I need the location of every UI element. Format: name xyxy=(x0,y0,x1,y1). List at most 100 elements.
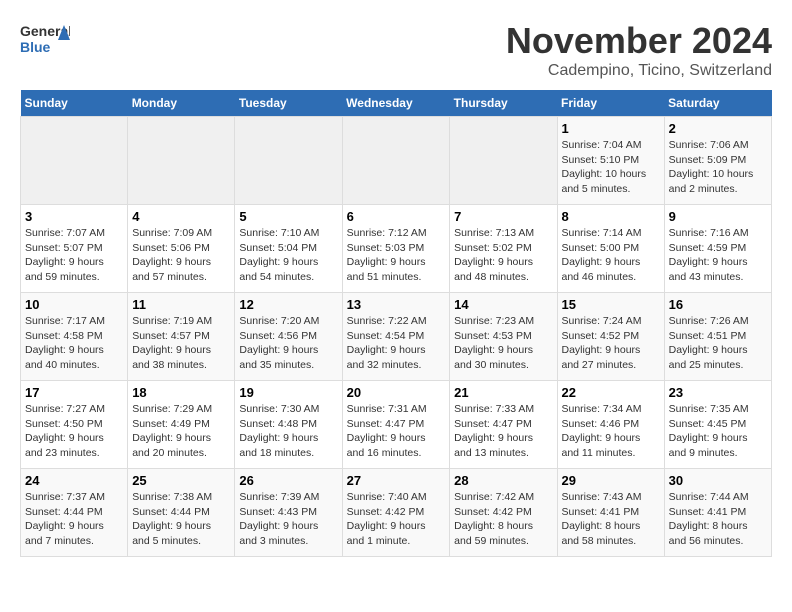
day-info: Sunrise: 7:30 AMSunset: 4:48 PMDaylight:… xyxy=(239,402,337,461)
weekday-header-saturday: Saturday xyxy=(664,90,771,117)
day-info: Sunrise: 7:10 AMSunset: 5:04 PMDaylight:… xyxy=(239,226,337,285)
calendar-cell: 15 Sunrise: 7:24 AMSunset: 4:52 PMDayligh… xyxy=(557,293,664,381)
day-info: Sunrise: 7:23 AMSunset: 4:53 PMDaylight:… xyxy=(454,314,552,373)
calendar-cell: 20 Sunrise: 7:31 AMSunset: 4:47 PMDayligh… xyxy=(342,381,450,469)
day-info: Sunrise: 7:40 AMSunset: 4:42 PMDaylight:… xyxy=(347,490,446,549)
day-info: Sunrise: 7:37 AMSunset: 4:44 PMDaylight:… xyxy=(25,490,123,549)
day-info: Sunrise: 7:22 AMSunset: 4:54 PMDaylight:… xyxy=(347,314,446,373)
calendar-cell: 3 Sunrise: 7:07 AMSunset: 5:07 PMDaylight… xyxy=(21,205,128,293)
day-number: 18 xyxy=(132,385,230,400)
day-info: Sunrise: 7:24 AMSunset: 4:52 PMDaylight:… xyxy=(562,314,660,373)
calendar-cell: 9 Sunrise: 7:16 AMSunset: 4:59 PMDaylight… xyxy=(664,205,771,293)
weekday-header-tuesday: Tuesday xyxy=(235,90,342,117)
calendar-cell xyxy=(235,117,342,205)
day-info: Sunrise: 7:20 AMSunset: 4:56 PMDaylight:… xyxy=(239,314,337,373)
calendar-cell: 2Sunrise: 7:06 AMSunset: 5:09 PMDaylight… xyxy=(664,117,771,205)
day-number: 1 xyxy=(562,121,660,136)
day-number: 22 xyxy=(562,385,660,400)
day-info: Sunrise: 7:29 AMSunset: 4:49 PMDaylight:… xyxy=(132,402,230,461)
day-info: Sunrise: 7:07 AMSunset: 5:07 PMDaylight:… xyxy=(25,226,123,285)
title-section: November 2024 Cadempino, Ticino, Switzer… xyxy=(506,20,772,80)
week-row-1: 1Sunrise: 7:04 AMSunset: 5:10 PMDaylight… xyxy=(21,117,772,205)
day-number: 6 xyxy=(347,209,446,224)
day-number: 16 xyxy=(669,297,767,312)
calendar-cell: 23 Sunrise: 7:35 AMSunset: 4:45 PMDayligh… xyxy=(664,381,771,469)
calendar-cell: 18 Sunrise: 7:29 AMSunset: 4:49 PMDayligh… xyxy=(128,381,235,469)
calendar-cell: 21 Sunrise: 7:33 AMSunset: 4:47 PMDayligh… xyxy=(450,381,557,469)
calendar-cell: 16 Sunrise: 7:26 AMSunset: 4:51 PMDayligh… xyxy=(664,293,771,381)
svg-text:Blue: Blue xyxy=(20,39,51,55)
day-info: Sunrise: 7:34 AMSunset: 4:46 PMDaylight:… xyxy=(562,402,660,461)
weekday-header-thursday: Thursday xyxy=(450,90,557,117)
calendar-cell: 27 Sunrise: 7:40 AMSunset: 4:42 PMDayligh… xyxy=(342,469,450,557)
day-info: Sunrise: 7:14 AMSunset: 5:00 PMDaylight:… xyxy=(562,226,660,285)
day-info: Sunrise: 7:12 AMSunset: 5:03 PMDaylight:… xyxy=(347,226,446,285)
day-info: Sunrise: 7:26 AMSunset: 4:51 PMDaylight:… xyxy=(669,314,767,373)
week-row-2: 3 Sunrise: 7:07 AMSunset: 5:07 PMDaylight… xyxy=(21,205,772,293)
weekday-header-friday: Friday xyxy=(557,90,664,117)
day-number: 13 xyxy=(347,297,446,312)
day-number: 24 xyxy=(25,473,123,488)
day-number: 23 xyxy=(669,385,767,400)
calendar-cell: 5 Sunrise: 7:10 AMSunset: 5:04 PMDaylight… xyxy=(235,205,342,293)
day-number: 7 xyxy=(454,209,552,224)
calendar-cell: 12 Sunrise: 7:20 AMSunset: 4:56 PMDayligh… xyxy=(235,293,342,381)
day-number: 3 xyxy=(25,209,123,224)
day-info: Sunrise: 7:17 AMSunset: 4:58 PMDaylight:… xyxy=(25,314,123,373)
day-number: 25 xyxy=(132,473,230,488)
calendar-cell: 11 Sunrise: 7:19 AMSunset: 4:57 PMDayligh… xyxy=(128,293,235,381)
day-info: Sunrise: 7:09 AMSunset: 5:06 PMDaylight:… xyxy=(132,226,230,285)
calendar-cell xyxy=(450,117,557,205)
weekday-header-sunday: Sunday xyxy=(21,90,128,117)
calendar-cell: 8 Sunrise: 7:14 AMSunset: 5:00 PMDaylight… xyxy=(557,205,664,293)
day-number: 28 xyxy=(454,473,552,488)
page-header: General Blue November 2024 Cadempino, Ti… xyxy=(20,20,772,80)
week-row-5: 24 Sunrise: 7:37 AMSunset: 4:44 PMDayligh… xyxy=(21,469,772,557)
day-number: 4 xyxy=(132,209,230,224)
day-number: 11 xyxy=(132,297,230,312)
calendar-cell xyxy=(21,117,128,205)
day-number: 8 xyxy=(562,209,660,224)
month-title: November 2024 xyxy=(506,20,772,62)
day-info: Sunrise: 7:35 AMSunset: 4:45 PMDaylight:… xyxy=(669,402,767,461)
day-number: 15 xyxy=(562,297,660,312)
day-info: Sunrise: 7:19 AMSunset: 4:57 PMDaylight:… xyxy=(132,314,230,373)
calendar-cell: 7Sunrise: 7:13 AMSunset: 5:02 PMDaylight… xyxy=(450,205,557,293)
calendar-cell xyxy=(342,117,450,205)
day-number: 20 xyxy=(347,385,446,400)
day-number: 21 xyxy=(454,385,552,400)
day-info: Sunrise: 7:16 AMSunset: 4:59 PMDaylight:… xyxy=(669,226,767,285)
calendar-cell: 28Sunrise: 7:42 AMSunset: 4:42 PMDayligh… xyxy=(450,469,557,557)
day-number: 29 xyxy=(562,473,660,488)
day-number: 14 xyxy=(454,297,552,312)
logo-svg: General Blue xyxy=(20,20,70,65)
location-title: Cadempino, Ticino, Switzerland xyxy=(506,62,772,80)
weekday-header-wednesday: Wednesday xyxy=(342,90,450,117)
day-number: 19 xyxy=(239,385,337,400)
day-number: 27 xyxy=(347,473,446,488)
calendar-cell: 19 Sunrise: 7:30 AMSunset: 4:48 PMDayligh… xyxy=(235,381,342,469)
calendar-cell: 17Sunrise: 7:27 AMSunset: 4:50 PMDayligh… xyxy=(21,381,128,469)
day-info: Sunrise: 7:31 AMSunset: 4:47 PMDaylight:… xyxy=(347,402,446,461)
calendar-cell: 30Sunrise: 7:44 AMSunset: 4:41 PMDayligh… xyxy=(664,469,771,557)
day-info: Sunrise: 7:39 AMSunset: 4:43 PMDaylight:… xyxy=(239,490,337,549)
logo: General Blue xyxy=(20,20,70,65)
day-number: 5 xyxy=(239,209,337,224)
day-info: Sunrise: 7:33 AMSunset: 4:47 PMDaylight:… xyxy=(454,402,552,461)
calendar-cell: 26Sunrise: 7:39 AMSunset: 4:43 PMDayligh… xyxy=(235,469,342,557)
day-number: 9 xyxy=(669,209,767,224)
calendar-cell: 4 Sunrise: 7:09 AMSunset: 5:06 PMDaylight… xyxy=(128,205,235,293)
day-number: 30 xyxy=(669,473,767,488)
day-number: 17 xyxy=(25,385,123,400)
week-row-4: 17Sunrise: 7:27 AMSunset: 4:50 PMDayligh… xyxy=(21,381,772,469)
calendar-cell: 6 Sunrise: 7:12 AMSunset: 5:03 PMDaylight… xyxy=(342,205,450,293)
calendar-table: SundayMondayTuesdayWednesdayThursdayFrid… xyxy=(20,90,772,557)
calendar-cell xyxy=(128,117,235,205)
calendar-cell: 22 Sunrise: 7:34 AMSunset: 4:46 PMDayligh… xyxy=(557,381,664,469)
weekday-header-row: SundayMondayTuesdayWednesdayThursdayFrid… xyxy=(21,90,772,117)
calendar-cell: 25Sunrise: 7:38 AMSunset: 4:44 PMDayligh… xyxy=(128,469,235,557)
calendar-cell: 13 Sunrise: 7:22 AMSunset: 4:54 PMDayligh… xyxy=(342,293,450,381)
calendar-cell: 14 Sunrise: 7:23 AMSunset: 4:53 PMDayligh… xyxy=(450,293,557,381)
day-info: Sunrise: 7:43 AMSunset: 4:41 PMDaylight:… xyxy=(562,490,660,549)
day-number: 12 xyxy=(239,297,337,312)
